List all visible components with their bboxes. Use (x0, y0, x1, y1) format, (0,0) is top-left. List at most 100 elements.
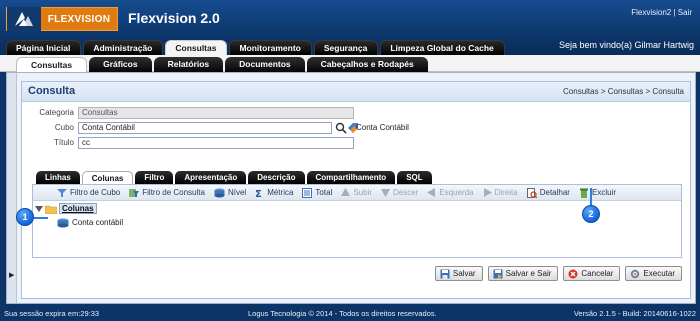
filtro-cubo-button[interactable]: Filtro de Cubo (57, 188, 120, 198)
panel-header: Consulta Consultas > Consultas > Consult… (22, 82, 690, 102)
filter-grid-icon (129, 188, 140, 197)
cancel-icon (568, 269, 578, 278)
nivel-label: Nível (227, 188, 247, 197)
filter-icon (57, 188, 67, 197)
execute-gear-icon (631, 269, 640, 278)
tab-linhas[interactable]: Linhas (36, 171, 80, 184)
sub-navigation: Consultas Gráficos Relatórios Documentos… (0, 55, 700, 72)
tree-child-label[interactable]: Conta contábil (72, 218, 123, 227)
cubo-label: Cubo (54, 123, 74, 132)
tab-filtro[interactable]: Filtro (135, 171, 174, 184)
logo-text: FLEXVISION (47, 13, 111, 25)
exit-link[interactable]: Sair (678, 8, 692, 17)
salvar-button[interactable]: Salvar (434, 266, 483, 281)
collapse-triangle-icon (35, 205, 43, 212)
tab-apresentacao[interactable]: Apresentação (175, 171, 247, 184)
marker-1-pointer (34, 217, 48, 219)
subir-button[interactable]: Subir (341, 188, 372, 197)
session-timer: Sua sessão expira em:29:33 (4, 309, 100, 318)
filtro-consulta-button[interactable]: Filtro de Consulta (129, 188, 205, 198)
cancelar-button[interactable]: Cancelar (563, 266, 621, 281)
tab-colunas[interactable]: Colunas (81, 171, 134, 184)
detalhar-button[interactable]: Detalhar (526, 187, 570, 198)
salvar-sair-label: Salvar e Sair (505, 269, 552, 278)
total-label: Total (315, 188, 333, 197)
tree-root-label[interactable]: Colunas (59, 203, 97, 214)
esquerda-button[interactable]: Esquerda (427, 188, 474, 197)
nivel-button[interactable]: Nível (214, 188, 246, 198)
query-tabs: Linhas Colunas Filtro Apresentação Descr… (36, 171, 434, 184)
arrow-right-icon (483, 188, 492, 197)
sub-tab-documentos[interactable]: Documentos (225, 57, 305, 72)
sub-tabs: Consultas Gráficos Relatórios Documentos… (16, 57, 430, 72)
colunas-tree: Colunas Conta contábil (35, 203, 675, 253)
welcome-message: Seja bem vindo(a) Gilmar Hartwig (558, 40, 694, 50)
main-tabs: Página Inicial Administração Consultas M… (6, 40, 507, 55)
metrica-button[interactable]: Σ Métrica (255, 188, 293, 198)
sigma-icon: Σ (255, 189, 262, 198)
titulo-label: Título (53, 138, 74, 147)
executar-label: Executar (643, 269, 675, 278)
header: FLEXVISION Flexvision 2.0 Flexvision2 | … (0, 0, 700, 55)
tab-compartilhamento[interactable]: Compartilhamento (306, 171, 396, 184)
metrica-label: Métrica (267, 188, 294, 197)
tree-root-row[interactable]: Colunas (35, 203, 97, 214)
footer: Sua sessão expira em:29:33 Logus Tecnolo… (0, 305, 700, 321)
copyright: Logus Tecnologia © 2014 - Todos os direi… (248, 309, 437, 318)
cubo-field[interactable]: Conta Contábil (78, 122, 332, 134)
tree-child-row[interactable]: Conta contábil (57, 217, 123, 228)
annotation-marker-2: 2 (582, 205, 600, 223)
detail-icon (526, 187, 537, 198)
filtro-consulta-label: Filtro de Consulta (142, 188, 205, 197)
sub-tab-cabecalhos-rodapes[interactable]: Cabeçalhos e Rodapés (306, 57, 428, 72)
sub-tab-graficos[interactable]: Gráficos (89, 57, 152, 72)
expand-arrow-icon[interactable]: ▶ (9, 269, 15, 281)
app-root: FLEXVISION Flexvision 2.0 Flexvision2 | … (0, 0, 700, 321)
excluir-button[interactable]: Excluir (579, 188, 616, 198)
user-link[interactable]: Flexvision2 (631, 8, 671, 17)
arrow-left-icon (427, 188, 436, 197)
tab-descricao[interactable]: Descrição (248, 171, 305, 184)
version-info: Versão 2.1.5 - Build: 20140616-1022 (573, 309, 696, 318)
categoria-row: Categoria Consultas (22, 107, 690, 120)
side-collapse-strip[interactable]: ▶ (7, 73, 17, 303)
excluir-label: Excluir (591, 188, 616, 197)
tab-sql[interactable]: SQL (397, 171, 432, 184)
svg-text:Σ: Σ (255, 189, 262, 198)
annotation-marker-1: 1 (16, 208, 34, 226)
page-title: Consulta (28, 85, 76, 97)
categoria-label: Categoria (39, 108, 74, 117)
main-tab-administracao[interactable]: Administração (83, 40, 164, 55)
cancelar-label: Cancelar (581, 269, 614, 278)
direita-label: Direita (494, 188, 518, 197)
executar-button[interactable]: Executar (625, 266, 682, 281)
sub-tab-relatorios[interactable]: Relatórios (153, 57, 224, 72)
total-button[interactable]: Total (302, 187, 333, 198)
descer-button[interactable]: Descer (381, 188, 418, 197)
marker-2-pointer (590, 188, 592, 206)
breadcrumb: Consultas > Consultas > Consulta (563, 87, 684, 96)
direita-button[interactable]: Direita (483, 188, 518, 197)
action-buttons: Salvar Salvar e Sair Cancelar Executar (430, 266, 682, 281)
sub-tab-consultas[interactable]: Consultas (16, 57, 88, 72)
esquerda-label: Esquerda (439, 188, 474, 197)
main-tab-seguranca[interactable]: Segurança (313, 40, 379, 55)
descer-label: Descer (393, 188, 419, 197)
main-tab-limpeza-cache[interactable]: Limpeza Global do Cache (380, 40, 505, 55)
level-node-icon (57, 218, 69, 227)
save-exit-icon (493, 269, 503, 279)
filtro-cubo-label: Filtro de Cubo (70, 188, 121, 197)
categoria-field: Consultas (78, 107, 354, 119)
folder-icon (45, 205, 57, 214)
main-tab-pagina-inicial[interactable]: Página Inicial (6, 40, 82, 55)
arrow-down-icon (381, 189, 391, 197)
titulo-field[interactable]: cc (78, 137, 354, 149)
content-area: ▶ Consulta Consultas > Consultas > Consu… (6, 72, 696, 304)
subir-label: Subir (353, 188, 373, 197)
main-tab-monitoramento[interactable]: Monitoramento (229, 40, 312, 55)
main-tab-consultas[interactable]: Consultas (165, 40, 228, 55)
level-icon (214, 188, 225, 197)
salvar-sair-button[interactable]: Salvar e Sair (487, 266, 559, 281)
delete-icon (579, 188, 588, 198)
app-title: Flexvision 2.0 (128, 10, 220, 26)
